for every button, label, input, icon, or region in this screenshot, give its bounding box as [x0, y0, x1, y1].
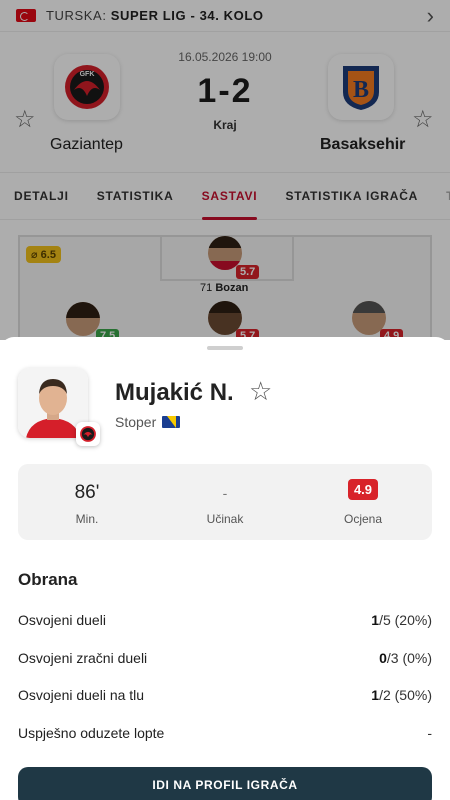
stat-row: Osvojeni dueli 1/5 (20%)	[18, 610, 432, 630]
rating-stat: 4.9 Ocjena	[294, 464, 432, 540]
player-bottom-sheet: Mujakić N. ☆ Stoper 86' Min. - Učinak 4.…	[0, 337, 450, 800]
stat-label: Osvojeni dueli	[18, 612, 106, 628]
stat-value: -	[427, 725, 432, 741]
player-position: Stoper	[115, 414, 181, 430]
stat-row: Osvojeni dueli na tlu 1/2 (50%)	[18, 685, 432, 705]
stat-label: Uspješno oduzete lopte	[18, 725, 165, 741]
stat-label: Osvojeni dueli na tlu	[18, 687, 145, 703]
modal-backdrop[interactable]	[0, 0, 450, 340]
player-profile-button[interactable]: IDI NA PROFIL IGRAČA	[18, 767, 432, 800]
impact-value: -	[222, 485, 228, 501]
player-name: Mujakić N.	[115, 379, 234, 406]
impact-stat: - Učinak	[156, 464, 294, 540]
summary-stats-card: 86' Min. - Učinak 4.9 Ocjena	[18, 464, 432, 540]
gaziantep-crest-icon	[80, 426, 96, 442]
position-label: Stoper	[115, 414, 157, 430]
rating-value: 4.9	[347, 479, 379, 500]
rating-label: Ocjena	[343, 512, 383, 526]
minutes-label: Min.	[75, 512, 99, 526]
sheet-drag-handle[interactable]	[207, 346, 243, 350]
stat-value: 1/5 (20%)	[371, 612, 432, 628]
club-badge	[76, 422, 100, 446]
section-title: Obrana	[18, 570, 78, 589]
minutes-stat: 86' Min.	[18, 464, 156, 540]
stat-row: Uspješno oduzete lopte -	[18, 723, 432, 743]
bosnia-flag-icon	[162, 416, 181, 428]
stat-value: 0/3 (0%)	[379, 650, 432, 666]
stat-value: 1/2 (50%)	[371, 687, 432, 703]
minutes-value: 86'	[74, 482, 100, 503]
stat-row: Osvojeni zračni dueli 0/3 (0%)	[18, 648, 432, 668]
impact-label: Učinak	[206, 512, 244, 526]
favorite-star-icon[interactable]: ☆	[249, 378, 272, 404]
stat-label: Osvojeni zračni dueli	[18, 650, 148, 666]
